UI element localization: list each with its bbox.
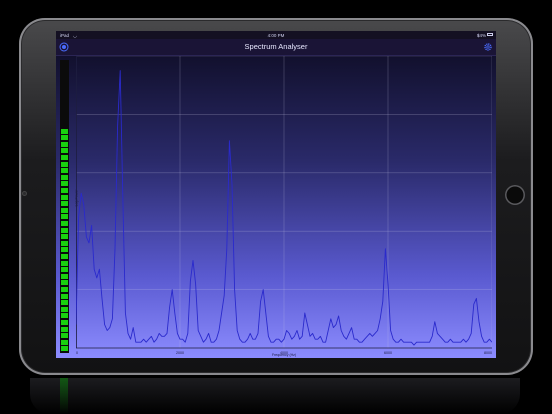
meter-segment bbox=[61, 155, 68, 160]
nav-bar: Spectrum Analyser bbox=[56, 39, 496, 56]
meter-segment bbox=[61, 260, 68, 266]
meter-segment bbox=[61, 188, 68, 193]
meter-segment bbox=[61, 247, 68, 253]
meter-segment bbox=[61, 254, 68, 259]
meter-segment bbox=[61, 333, 68, 339]
meter-segment bbox=[61, 194, 68, 200]
meter-segment bbox=[61, 234, 68, 240]
battery-icon bbox=[487, 33, 493, 36]
meter-segment bbox=[61, 339, 68, 345]
meter-segment bbox=[61, 135, 68, 141]
spectrum-chart: 0 2000 4000 6000 8000 bbox=[75, 55, 493, 355]
settings-button[interactable] bbox=[482, 41, 494, 53]
meter-reflection bbox=[60, 378, 68, 414]
meter-segment bbox=[61, 227, 68, 233]
home-button[interactable] bbox=[505, 185, 525, 205]
meter-segment bbox=[61, 141, 68, 147]
y-axis-label: Log Power bbox=[74, 189, 79, 207]
meter-segment bbox=[61, 148, 68, 154]
x-axis-label: Frequency (Hz) bbox=[271, 353, 297, 357]
meter-segment bbox=[61, 174, 68, 180]
spectrum-plot: 0 2000 4000 6000 8000 Log Power Frequency (H… bbox=[74, 55, 493, 357]
meter-segment bbox=[61, 207, 68, 213]
level-meter bbox=[60, 60, 69, 353]
meter-segment bbox=[61, 280, 68, 286]
meter-segment bbox=[61, 300, 68, 306]
gear-icon bbox=[484, 43, 492, 51]
page-title: Spectrum Analyser bbox=[244, 42, 308, 51]
meter-segment bbox=[61, 168, 68, 174]
meter-segment bbox=[61, 161, 68, 167]
meter-segment bbox=[61, 267, 68, 273]
meter-segment bbox=[61, 221, 68, 226]
meter-segment bbox=[61, 306, 68, 312]
meter-segment bbox=[61, 313, 68, 319]
reflection bbox=[30, 378, 520, 414]
meter-segment bbox=[61, 320, 68, 325]
meter-segment bbox=[61, 273, 68, 279]
meter-segment bbox=[61, 287, 68, 292]
meter-segment bbox=[61, 181, 68, 187]
meter-segment bbox=[61, 128, 68, 134]
meter-segment bbox=[61, 326, 68, 332]
front-camera bbox=[22, 191, 27, 196]
meter-segment bbox=[61, 293, 68, 299]
app-screen: iPad ◡ 4:00 PM ᛒ 54% Spectrum Analyser 0… bbox=[56, 31, 496, 358]
meter-segment bbox=[61, 214, 68, 220]
status-time: 4:00 PM bbox=[267, 32, 285, 38]
status-bar: iPad ◡ 4:00 PM ᛒ 54% bbox=[56, 31, 496, 39]
meter-segment bbox=[61, 346, 68, 352]
meter-segment bbox=[61, 201, 68, 207]
battery-percent: 54% bbox=[476, 32, 486, 38]
meter-segment bbox=[61, 240, 68, 246]
